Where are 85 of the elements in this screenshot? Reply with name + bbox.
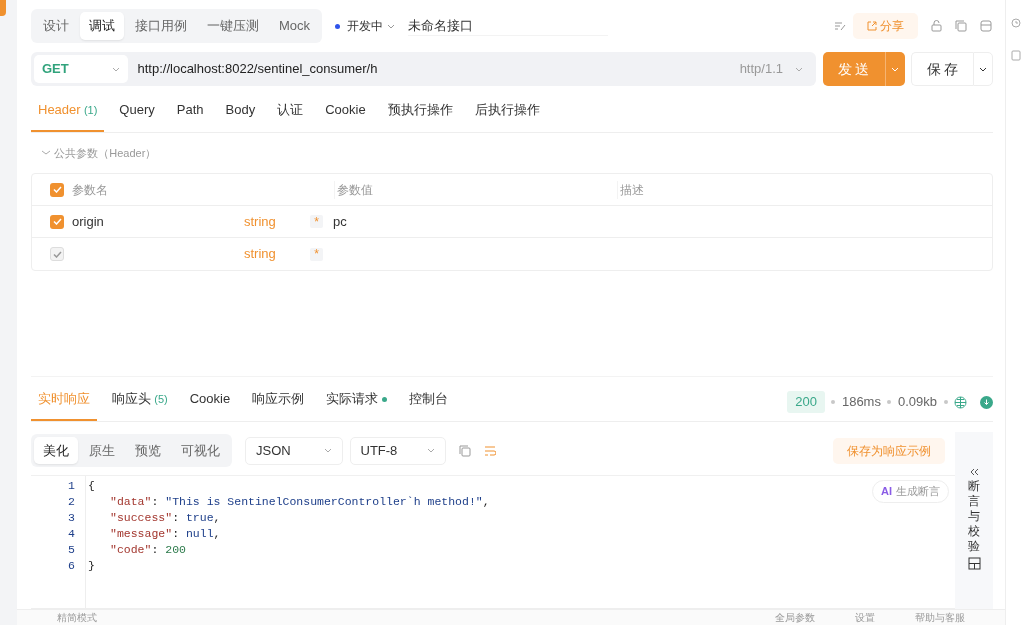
param-value[interactable]: pc: [333, 211, 347, 232]
view-tab[interactable]: 原生: [80, 436, 124, 465]
chevron-down-icon: [891, 67, 899, 73]
url-field[interactable]: http://localhost:8022/sentinel_consumer/h: [137, 59, 740, 79]
double-chevron-left-icon: [969, 467, 979, 476]
encoding-select[interactable]: UTF-8: [349, 436, 446, 465]
tab-marker: [0, 0, 6, 16]
mode-tab[interactable]: 接口用例: [126, 12, 196, 40]
edit-icon[interactable]: [834, 21, 847, 31]
response-time: 186ms: [841, 393, 881, 412]
mode-tab[interactable]: 设计: [34, 12, 78, 40]
line-number: 4: [67, 526, 75, 543]
code-line: "data": "This is SentinelConsumerController`h method!",: [109, 494, 490, 511]
status-bar-item[interactable]: 全局参数: [775, 610, 815, 625]
chevron-down-icon: [426, 448, 435, 454]
request-tab[interactable]: Query: [112, 94, 162, 132]
request-tab[interactable]: 后执行操作: [467, 94, 547, 132]
request-tab[interactable]: Path: [169, 94, 211, 132]
response-tab[interactable]: 响应头 (5): [105, 383, 175, 421]
checkbox[interactable]: [50, 182, 64, 197]
checkbox[interactable]: [50, 214, 64, 229]
request-tab[interactable]: 认证: [270, 94, 311, 132]
response-tab[interactable]: Cookie: [182, 383, 238, 421]
collapse-icon[interactable]: [41, 149, 51, 156]
code-line: {: [87, 478, 95, 495]
line-number: 6: [67, 558, 75, 575]
mode-tab[interactable]: Mock: [270, 12, 320, 40]
code-line: "success": true,: [109, 510, 221, 527]
format-select[interactable]: JSON: [245, 436, 343, 465]
column-header: 参数名: [72, 181, 109, 199]
view-tab[interactable]: 预览: [126, 436, 170, 465]
code-line: "message": null,: [109, 526, 221, 543]
chevron-down-icon: [795, 66, 803, 72]
generate-assertion-button[interactable]: AI 生成断言: [872, 480, 949, 503]
separator-dot: [887, 400, 892, 405]
send-dropdown-button[interactable]: [884, 52, 905, 86]
response-tab[interactable]: 响应示例: [245, 383, 312, 421]
copy-icon[interactable]: [458, 444, 471, 457]
code-line: }: [87, 558, 95, 575]
public-params-toggle[interactable]: 公共参数（Header）: [54, 144, 157, 161]
chevron-down-icon: [386, 23, 395, 29]
chevron-down-icon: [979, 67, 987, 73]
request-tab[interactable]: Body: [218, 94, 263, 132]
response-tab[interactable]: 实际请求: [319, 383, 395, 421]
save-dropdown-button[interactable]: [973, 52, 993, 86]
chevron-down-icon: [324, 448, 332, 454]
request-tab[interactable]: Header (1): [31, 94, 105, 132]
status-dropdown[interactable]: 开发中: [347, 17, 384, 35]
param-name[interactable]: origin: [72, 211, 244, 232]
method-select[interactable]: GET: [34, 55, 128, 83]
response-tab[interactable]: 控制台: [402, 383, 456, 421]
code-line: "code": 200: [109, 542, 186, 559]
separator-dot: [831, 400, 836, 405]
column-header: 描述: [617, 180, 644, 199]
line-number: 2: [67, 494, 75, 511]
request-tab[interactable]: 预执行操作: [380, 94, 460, 132]
clock-icon[interactable]: [1010, 18, 1021, 28]
save-button[interactable]: 保 存: [911, 52, 973, 86]
mode-tab[interactable]: 调试: [80, 12, 124, 40]
download-icon[interactable]: [980, 395, 993, 409]
chevron-down-icon: [112, 66, 120, 72]
status-bar-item[interactable]: 设置: [855, 610, 875, 625]
share-icon: [866, 21, 877, 31]
wrap-icon[interactable]: [483, 445, 496, 456]
status-bar-item[interactable]: 帮助与客服: [915, 610, 965, 625]
response-size: 0.09kb: [897, 393, 937, 412]
layout-icon[interactable]: [967, 557, 981, 571]
copy-icon[interactable]: [955, 20, 967, 32]
separator-dot: [943, 400, 948, 405]
request-tab[interactable]: Cookie: [318, 94, 373, 132]
line-number: 5: [67, 542, 75, 559]
document-icon[interactable]: [1010, 50, 1021, 61]
assertion-panel[interactable]: 断言与校验: [955, 431, 993, 609]
archive-icon[interactable]: [980, 20, 992, 32]
status-code-badge: 200: [787, 391, 825, 413]
lock-icon[interactable]: [931, 20, 942, 32]
status-bar-item[interactable]: 精简模式: [57, 610, 97, 625]
mode-tab[interactable]: 一键压测: [198, 12, 268, 40]
line-number: 1: [67, 478, 75, 495]
api-name[interactable]: 未命名接口: [407, 15, 608, 37]
column-header: 参数值: [334, 180, 617, 199]
view-tab[interactable]: 可视化: [172, 436, 229, 465]
globe-icon[interactable]: [954, 395, 967, 409]
view-tab[interactable]: 美化: [34, 436, 78, 465]
line-number: 3: [67, 510, 75, 527]
